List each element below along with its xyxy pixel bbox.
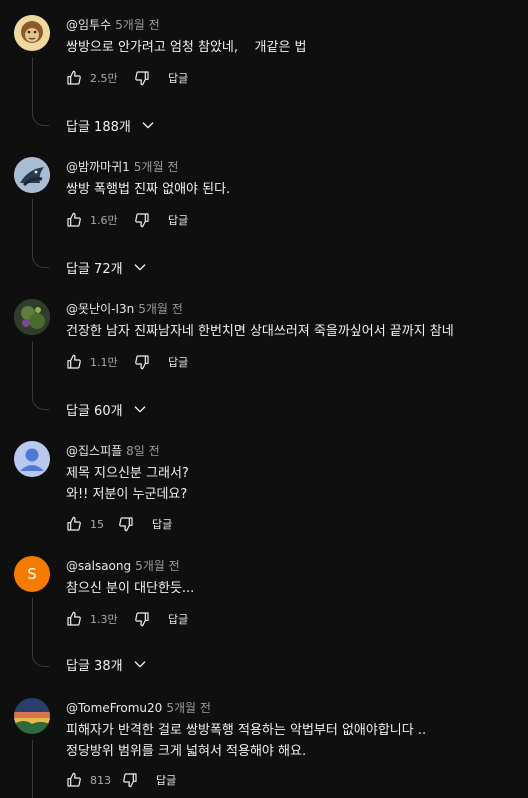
crow-avatar-icon [14,157,50,193]
like-icon[interactable] [66,611,82,627]
monkey-avatar-icon [14,15,50,51]
default-user-avatar-icon [14,441,50,477]
comment-meta: @salsaong 5개월 전 [66,557,180,574]
comment-time[interactable]: 5개월 전 [134,160,179,174]
avatar[interactable] [14,157,50,193]
comment-author[interactable]: @밤까마귀1 [66,160,130,174]
comment-line: 건장한 남자 진짜남자네 한번치면 상대쓰러져 죽을까싶어서 끝까지 참네 [66,324,454,339]
replies-count-label: 답글 60개 [66,403,123,419]
like-count: 15 [90,517,104,531]
reply-thread-curve [32,652,49,667]
comment-text: 쌍방 폭행법 진짜 없애야 된다. [66,179,230,200]
replies-count-label: 답글 188개 [66,119,131,135]
reply-button[interactable]: 답글 [156,772,176,788]
comment-actions: 2.5만 답글 [66,68,188,88]
view-replies-button[interactable]: 답글 188개 [66,115,156,135]
character-avatar-icon [14,299,50,335]
like-count: 1.1만 [90,356,118,369]
reply-button[interactable]: 답글 [168,212,188,228]
reply-thread-curve [32,111,49,126]
comment-time[interactable]: 8일 전 [126,444,160,458]
view-replies-button[interactable]: 답글 38개 [66,654,148,674]
like-icon[interactable] [66,354,82,370]
view-replies-button[interactable]: 답글 60개 [66,399,148,419]
comment-actions: 1.6만 답글 [66,210,188,230]
like-icon[interactable] [66,212,82,228]
comment-meta: @임투수 5개월 전 [66,16,160,33]
comment-text: 피해자가 반격한 걸로 쌍방폭행 적용하는 악법부터 없애야합니다 .. 정당방… [66,720,426,762]
like-icon[interactable] [66,516,82,532]
view-replies-button[interactable]: 답글 72개 [66,257,148,277]
like-count: 1.6만 [90,214,118,227]
like-count: 1.3만 [90,613,118,626]
comment-time[interactable]: 5개월 전 [135,559,180,573]
reply-thread-line [32,199,33,253]
comment-text: 참으신 분이 대단한듯... [66,578,194,599]
comment-author[interactable]: @TomeFromu20 [66,701,162,715]
chevron-down-icon [134,406,145,413]
reply-button[interactable]: 답글 [168,611,188,627]
reply-thread-line [32,57,33,111]
comment-text: 건장한 남자 진짜남자네 한번치면 상대쓰러져 죽을까싶어서 끝까지 참네 [66,321,454,342]
reply-thread-curve [32,395,49,410]
chevron-down-icon [134,264,145,271]
like-count: 2.5만 [90,72,118,85]
comment-text: 제목 지으신분 그래서? 와!! 저분이 누군데요? [66,463,189,505]
chevron-down-icon [142,122,154,129]
comment-time[interactable]: 5개월 전 [138,302,183,316]
reply-thread-line [32,740,33,798]
dislike-icon[interactable] [134,354,150,370]
avatar[interactable] [14,441,50,477]
comment-line: 쌍방 폭행법 진짜 없애야 된다. [66,182,231,197]
like-icon[interactable] [66,70,82,86]
reply-button[interactable]: 답글 [168,354,188,370]
comment-author[interactable]: @salsaong [66,559,131,573]
comment-meta: @집스피플 8일 전 [66,442,160,459]
like-count: 813 [90,773,111,787]
dislike-icon[interactable] [134,611,150,627]
comment-actions: 1.1만 답글 [66,352,188,372]
reply-thread-line [32,341,33,395]
landscape-avatar-icon [14,698,50,734]
comment-author[interactable]: @못난이-I3n [66,302,134,316]
avatar[interactable] [14,15,50,51]
comment-line: 정당방위 범위를 크게 넓혀서 적용해야 해요. [66,744,307,759]
reply-button[interactable]: 답글 [152,516,172,532]
comment-meta: @TomeFromu20 5개월 전 [66,699,211,716]
comment-author[interactable]: @임투수 [66,18,111,32]
comment-line: 쌍방으로 안가려고 엄청 참았네, 개같은 법 [66,40,307,55]
comment-meta: @못난이-I3n 5개월 전 [66,300,183,317]
comment-actions: 15 답글 [66,514,172,534]
dislike-icon[interactable] [134,212,150,228]
reply-thread-line [32,598,33,652]
comment-line: 와!! 저분이 누군데요? [66,487,188,502]
comment-meta: @밤까마귀1 5개월 전 [66,158,178,175]
comment-line: 제목 지으신분 그래서? [66,466,189,481]
avatar[interactable] [14,299,50,335]
comment-time[interactable]: 5개월 전 [166,701,211,715]
comment-author[interactable]: @집스피플 [66,444,122,458]
comment-actions: 1.3만 답글 [66,609,188,629]
avatar[interactable] [14,698,50,734]
dislike-icon[interactable] [122,772,138,788]
chevron-down-icon [134,661,145,668]
dislike-icon[interactable] [118,516,134,532]
replies-count-label: 답글 72개 [66,261,123,277]
avatar[interactable]: S [14,556,50,592]
like-icon[interactable] [66,772,82,788]
dislike-icon[interactable] [134,70,150,86]
reply-thread-curve [32,253,49,268]
comment-line: 참으신 분이 대단한듯... [66,581,195,596]
replies-count-label: 답글 38개 [66,658,123,674]
comment-line: 피해자가 반격한 걸로 쌍방폭행 적용하는 악법부터 없애야합니다 .. [66,723,427,738]
reply-button[interactable]: 답글 [168,70,188,86]
comment-text: 쌍방으로 안가려고 엄청 참았네, 개같은 법 [66,37,307,58]
comment-time[interactable]: 5개월 전 [115,18,160,32]
comment-actions: 813 답글 [66,770,176,790]
avatar-letter: S [27,565,37,583]
